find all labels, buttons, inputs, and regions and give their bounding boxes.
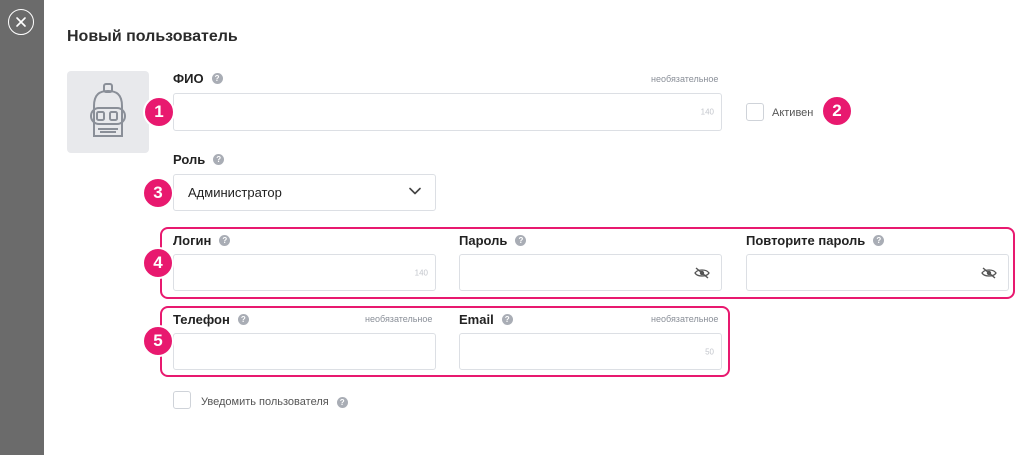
active-checkbox[interactable]: [746, 103, 764, 121]
robot-avatar-icon: [90, 83, 126, 137]
password-label: Пароль ?: [459, 233, 527, 248]
email-optional-hint: необязательное: [651, 314, 719, 324]
login-input[interactable]: 140: [173, 254, 436, 291]
help-icon[interactable]: ?: [211, 73, 223, 84]
eye-off-icon[interactable]: [981, 266, 997, 279]
notify-label-text: Уведомить пользователя: [201, 396, 329, 408]
help-icon[interactable]: ?: [213, 154, 225, 165]
callout-badge-2: 2: [821, 95, 853, 127]
callout-badge-1: 1: [143, 96, 175, 128]
login-label: Логин ?: [173, 233, 231, 248]
page-title: Новый пользователь: [67, 28, 238, 45]
close-button[interactable]: [8, 9, 34, 35]
role-label-text: Роль: [173, 152, 206, 167]
login-label-text: Логин: [173, 233, 212, 248]
fio-optional-hint: необязательное: [651, 74, 719, 84]
fio-char-counter: 140: [700, 107, 714, 117]
login-char-counter: 140: [414, 268, 428, 277]
avatar[interactable]: [67, 71, 149, 153]
notify-label: Уведомить пользователя ?: [201, 396, 348, 408]
phone-optional-hint: необязательное: [365, 314, 433, 324]
fio-input[interactable]: 140: [173, 93, 722, 131]
email-label-text: Email: [459, 312, 494, 327]
help-icon[interactable]: ?: [501, 314, 513, 325]
password-input[interactable]: [459, 254, 722, 291]
role-select[interactable]: Администратор: [173, 174, 436, 211]
phone-label-text: Телефон: [173, 312, 230, 327]
sidebar: [0, 0, 44, 455]
help-icon[interactable]: ?: [237, 314, 249, 325]
chevron-down-icon: [409, 187, 421, 195]
active-label: Активен: [772, 107, 814, 119]
help-icon[interactable]: ?: [336, 396, 348, 408]
close-icon: [16, 17, 26, 27]
role-select-value: Администратор: [188, 185, 282, 200]
callout-badge-4: 4: [142, 247, 174, 279]
email-label: Email ?: [459, 312, 513, 327]
password-repeat-label-text: Повторите пароль: [746, 233, 866, 248]
help-icon[interactable]: ?: [219, 235, 231, 246]
callout-badge-5: 5: [142, 325, 174, 357]
fio-label: ФИО ?: [173, 71, 223, 86]
password-repeat-label: Повторите пароль ?: [746, 233, 885, 248]
phone-input[interactable]: [173, 333, 436, 370]
role-label: Роль ?: [173, 152, 225, 167]
password-repeat-input[interactable]: [746, 254, 1009, 291]
email-char-counter: 50: [705, 347, 714, 356]
phone-label: Телефон ?: [173, 312, 249, 327]
email-input[interactable]: 50: [459, 333, 722, 370]
fio-label-text: ФИО: [173, 71, 204, 86]
eye-off-icon[interactable]: [694, 266, 710, 279]
help-icon[interactable]: ?: [515, 235, 527, 246]
callout-badge-3: 3: [142, 177, 174, 209]
notify-checkbox[interactable]: [173, 391, 191, 409]
help-icon[interactable]: ?: [873, 235, 885, 246]
password-label-text: Пароль: [459, 233, 508, 248]
